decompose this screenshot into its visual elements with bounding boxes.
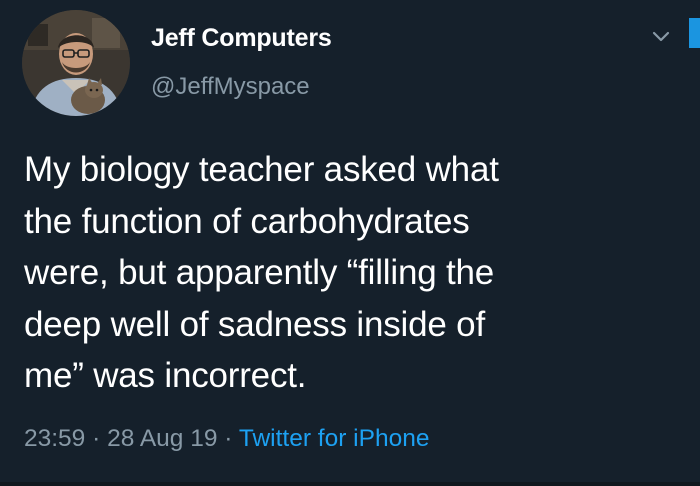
tweet-card: Jeff Computers @JeffMyspace My biology t… <box>0 0 700 486</box>
tweet-text: My biology teacher asked what the functi… <box>24 144 674 402</box>
author-handle[interactable]: @JeffMyspace <box>151 73 310 101</box>
tweet-source-link[interactable]: Twitter for iPhone <box>239 425 430 452</box>
tweet-date[interactable]: 28 Aug 19 <box>107 425 217 452</box>
tweet-meta: 23:59 · 28 Aug 19 · Twitter for iPhone <box>24 425 429 453</box>
divider <box>0 482 700 486</box>
meta-separator: · <box>224 425 233 452</box>
avatar[interactable] <box>22 10 130 116</box>
meta-separator: · <box>92 425 101 452</box>
tweet-text-line: deep well of sadness inside of <box>24 304 485 344</box>
avatar-photo <box>22 10 130 116</box>
chevron-down-icon[interactable] <box>650 27 672 45</box>
author-display-name[interactable]: Jeff Computers <box>151 24 332 53</box>
tweet-time[interactable]: 23:59 <box>24 425 85 452</box>
edge-accent <box>689 18 700 48</box>
tweet-text-line: were, but apparently “filling the <box>24 253 495 292</box>
tweet-text-line: the function of carbohydrates <box>24 201 470 241</box>
tweet-text-line: me” was incorrect. <box>24 356 307 395</box>
tweet-text-line: My biology teacher asked what <box>24 150 499 189</box>
